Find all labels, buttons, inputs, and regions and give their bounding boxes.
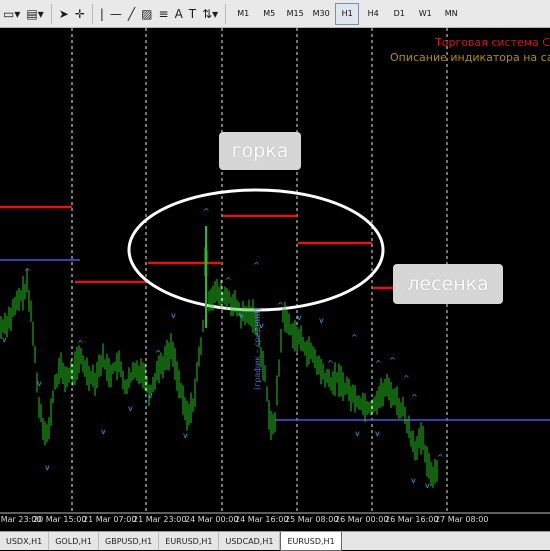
crosshair-icon[interactable]: ✛ xyxy=(75,4,85,24)
x-axis-label: 21 Mar 23:00 xyxy=(133,515,187,524)
up-arrow-marker: ^ xyxy=(77,339,84,348)
chart-tabs: USDX,H1 GOLD,H1 GBPUSD,H1 EURUSD,H1 USDCAD,H… xyxy=(0,531,550,551)
tab-gbpusd-h1[interactable]: GBPUSD,H1 xyxy=(99,532,160,550)
x-axis-label: 25 Mar 08:00 xyxy=(285,515,339,524)
arrows-icon[interactable]: ⇅▾ xyxy=(202,4,218,24)
up-arrow-marker: ^ xyxy=(155,349,162,358)
x-axis-label: 21 Mar 07:00 xyxy=(83,515,137,524)
separator xyxy=(225,3,227,24)
fibonacci-icon[interactable]: ≡ xyxy=(159,4,169,24)
up-arrow-marker: ^ xyxy=(225,276,232,285)
timeframe-buttons: M1 M5 M15 M30 H1 H4 D1 W1 MN xyxy=(230,2,464,25)
separator xyxy=(50,3,52,24)
timeframe-m15[interactable]: M15 xyxy=(283,3,307,25)
up-arrow-marker: ^ xyxy=(277,301,284,310)
tab-usdcad-h1[interactable]: USDCAD,H1 xyxy=(219,532,281,550)
chart-type-icon[interactable]: ▭▾ xyxy=(3,4,20,24)
down-arrow-marker: v xyxy=(297,313,302,322)
down-arrow-marker: v xyxy=(101,427,106,436)
text-icon[interactable]: A xyxy=(175,4,183,24)
up-arrow-marker: ^ xyxy=(24,267,31,276)
up-arrow-marker: ^ xyxy=(375,359,382,368)
timeframe-m5[interactable]: M5 xyxy=(257,3,281,25)
down-arrow-marker: v xyxy=(355,429,360,438)
trendline-icon[interactable]: ╱ xyxy=(128,4,135,24)
down-arrow-marker: v xyxy=(411,476,416,485)
tab-eurusd-h1[interactable]: EURUSD,H1 xyxy=(159,532,220,550)
down-arrow-marker: v xyxy=(425,481,430,490)
price-chart[interactable]: ^ ^ ^ ^ ^ ^ ^ ^ ^ ^ ^ ^ ^ ^ v v v v v v v v v v v v v v v v Торговая … xyxy=(0,28,550,531)
down-arrow-marker: v xyxy=(239,311,244,320)
up-arrow-marker: ^ xyxy=(253,261,260,270)
x-axis-label: 27 Mar 08:00 xyxy=(435,515,489,524)
timeframe-h1[interactable]: H1 xyxy=(335,2,360,25)
timeframe-h4[interactable]: H4 xyxy=(361,3,385,25)
down-arrow-marker: v xyxy=(128,404,133,413)
channel-icon[interactable]: ▨ xyxy=(141,4,152,24)
tab-eurusd-h1[interactable]: EURUSD,H1 xyxy=(280,532,342,551)
vertical-line-icon[interactable]: | xyxy=(100,4,104,24)
up-arrow-marker: ^ xyxy=(389,356,396,365)
x-axis-label: 24 Mar 16:00 xyxy=(235,515,289,524)
timeframe-mn[interactable]: MN xyxy=(439,3,463,25)
x-axis-label: 26 Mar 16:00 xyxy=(385,515,439,524)
indicator-description: Описание индикатора на са xyxy=(390,51,550,64)
up-arrow-marker: ^ xyxy=(403,374,410,383)
down-arrow-marker: v xyxy=(37,379,42,388)
up-arrow-marker: ^ xyxy=(327,359,334,368)
annotation-gorka: горка xyxy=(219,132,301,170)
cursor-icon[interactable]: ➤ xyxy=(59,4,69,24)
templates-icon[interactable]: ▤▾ xyxy=(26,4,43,24)
horizontal-line-icon[interactable]: — xyxy=(110,4,122,24)
timeframe-d1[interactable]: D1 xyxy=(387,3,411,25)
x-axis-label: 26 Mar 00:00 xyxy=(335,515,389,524)
up-arrow-marker: ^ xyxy=(437,453,444,462)
timeframe-w1[interactable]: W1 xyxy=(413,3,437,25)
timeframe-m30[interactable]: M30 xyxy=(309,3,333,25)
down-arrow-marker: v xyxy=(2,335,7,344)
down-arrow-marker: v xyxy=(183,431,188,440)
text-label-icon[interactable]: T xyxy=(189,4,196,24)
down-arrow-marker: v xyxy=(171,311,176,320)
down-arrow-marker: v xyxy=(148,391,153,400)
tab-gold-h1[interactable]: GOLD,H1 xyxy=(49,532,99,550)
highlight-ellipse xyxy=(127,188,385,312)
timeframe-m1[interactable]: M1 xyxy=(231,3,255,25)
down-arrow-marker: v xyxy=(319,316,324,325)
tab-usdx-h1[interactable]: USDX,H1 xyxy=(0,532,50,550)
x-axis-label: 24 Mar 00:00 xyxy=(185,515,239,524)
down-arrow-marker: v xyxy=(375,429,380,438)
x-axis-label: 20 Mar 15:00 xyxy=(33,515,87,524)
annotation-lesenka: лесенка xyxy=(393,264,503,304)
up-arrow-marker: ^ xyxy=(351,333,358,342)
up-arrow-marker: ^ xyxy=(203,207,210,216)
chart-toolbar: ▭▾ ▤▾ ➤ ✛ | — ╱ ▨ ≡ A T ⇅▾ M1 M5 M15 M30 H1 H… xyxy=(0,0,550,28)
up-arrow-marker: ^ xyxy=(411,393,418,402)
vertical-annotation: (график – средний) xyxy=(253,308,262,390)
separator xyxy=(91,3,93,24)
chart-title: Торговая система С xyxy=(435,36,550,49)
down-arrow-marker: v xyxy=(45,463,50,472)
